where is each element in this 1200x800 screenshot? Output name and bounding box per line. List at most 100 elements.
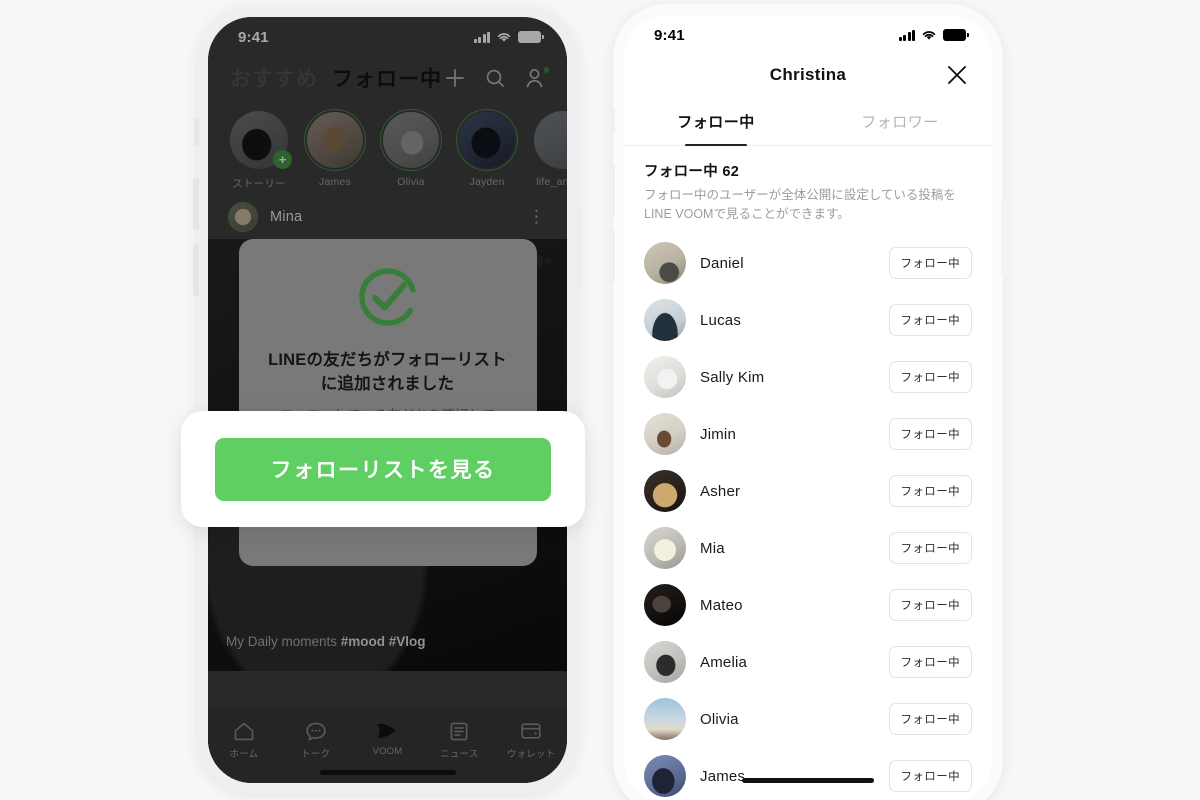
- list-item[interactable]: Mia フォロー中: [624, 520, 992, 577]
- voom-feed-screen: 9:41 おすすめ フォロー中 + ストーリー James Olivia Jay…: [208, 17, 567, 783]
- volume-up-button[interactable]: [193, 178, 199, 230]
- tab-talk[interactable]: トーク: [280, 719, 352, 760]
- page-nav-bar: Christina: [624, 51, 992, 99]
- tab-label: ウォレット: [506, 749, 556, 760]
- tab-followers[interactable]: フォロワー: [808, 99, 992, 145]
- status-time: 9:41: [238, 28, 269, 46]
- page-title: Christina: [769, 65, 847, 84]
- close-x-icon[interactable]: [944, 62, 970, 88]
- left-status-bar: 9:41: [208, 17, 567, 53]
- tab-home[interactable]: ホーム: [208, 719, 280, 760]
- avatar[interactable]: [644, 698, 686, 741]
- view-follow-list-button[interactable]: フォローリストを見る: [215, 437, 551, 501]
- user-name: Jimin: [700, 425, 737, 443]
- following-button[interactable]: フォロー中: [888, 703, 972, 736]
- list-item[interactable]: Lucas フォロー中: [624, 292, 992, 349]
- voom-header-actions: [443, 66, 549, 90]
- post-author-avatar[interactable]: [228, 202, 258, 232]
- user-name: Mia: [700, 539, 725, 557]
- bottom-tab-bar: ホーム トーク VOOM ニュース ウォレット: [208, 709, 567, 783]
- tab-wallet[interactable]: ウォレット: [495, 719, 567, 760]
- wallet-icon: [495, 719, 567, 743]
- power-button[interactable]: [576, 211, 582, 287]
- following-button[interactable]: フォロー中: [888, 304, 972, 337]
- story-label: Olivia: [397, 176, 425, 188]
- story-item[interactable]: life_anothe: [530, 109, 567, 191]
- story-label: Jayden: [469, 176, 505, 188]
- chat-icon: [280, 719, 352, 743]
- home-indicator: [319, 770, 456, 775]
- story-label: ストーリー: [232, 178, 286, 190]
- tab-following[interactable]: フォロー中: [624, 99, 808, 145]
- power-button[interactable]: [1001, 200, 1007, 276]
- voom-icon: [352, 719, 424, 743]
- following-button[interactable]: フォロー中: [888, 475, 972, 508]
- stories-row[interactable]: + ストーリー James Olivia Jayden life_an: [208, 101, 567, 195]
- inapp-dialog-title-line2: に追加されました: [320, 374, 455, 393]
- list-item[interactable]: Daniel フォロー中: [624, 235, 992, 292]
- tab-following[interactable]: フォロー中: [332, 63, 442, 93]
- list-item[interactable]: James フォロー中: [624, 748, 992, 800]
- avatar[interactable]: [644, 470, 686, 513]
- tab-label: ホーム: [229, 749, 259, 760]
- following-user-list[interactable]: Daniel フォロー中 Lucas フォロー中 Sally Kim フォロー中: [624, 235, 992, 800]
- story-avatar: [534, 111, 567, 169]
- following-button[interactable]: フォロー中: [888, 361, 972, 394]
- list-item[interactable]: Sally Kim フォロー中: [624, 349, 992, 406]
- description-line-2: LINE VOOMで見ることができます。: [644, 207, 850, 222]
- story-item[interactable]: Olivia: [378, 109, 444, 191]
- avatar[interactable]: [644, 641, 686, 684]
- story-item[interactable]: James: [302, 109, 368, 191]
- kebab-menu-icon[interactable]: ⋮: [528, 208, 545, 225]
- plus-icon[interactable]: [443, 66, 467, 90]
- avatar[interactable]: [644, 299, 686, 342]
- story-item[interactable]: + ストーリー: [226, 109, 292, 191]
- news-icon: [423, 719, 495, 743]
- avatar[interactable]: [644, 755, 686, 798]
- tab-label: トーク: [301, 749, 331, 760]
- tab-news[interactable]: ニュース: [423, 719, 495, 760]
- volume-down-button[interactable]: [193, 244, 199, 296]
- list-item[interactable]: Mateo フォロー中: [624, 577, 992, 634]
- story-avatar: [307, 112, 363, 168]
- avatar[interactable]: [644, 413, 686, 456]
- list-item[interactable]: Amelia フォロー中: [624, 634, 992, 691]
- avatar[interactable]: [644, 242, 686, 285]
- list-item[interactable]: Asher フォロー中: [624, 463, 992, 520]
- list-item[interactable]: Olivia フォロー中: [624, 691, 992, 748]
- following-button[interactable]: フォロー中: [888, 247, 972, 280]
- user-name: Asher: [700, 482, 741, 500]
- person-icon[interactable]: [523, 66, 549, 90]
- post-caption-hashtags[interactable]: #mood #Vlog: [341, 634, 426, 649]
- search-icon[interactable]: [483, 66, 507, 90]
- user-name: Olivia: [700, 710, 739, 728]
- left-phone-screen: 9:41 おすすめ フォロー中 + ストーリー James Olivia Jay…: [208, 17, 567, 783]
- silent-switch-button[interactable]: [194, 118, 199, 146]
- voom-header: おすすめ フォロー中: [208, 53, 567, 101]
- volume-up-button[interactable]: [609, 164, 615, 216]
- user-name: Amelia: [700, 653, 748, 671]
- left-phone-frame: 9:41 おすすめ フォロー中 + ストーリー James Olivia Jay…: [193, 6, 582, 794]
- add-story-badge[interactable]: +: [273, 150, 292, 169]
- status-time: 9:41: [654, 26, 685, 44]
- user-name: Lucas: [700, 311, 742, 329]
- story-item[interactable]: Jayden: [454, 109, 520, 191]
- following-button[interactable]: フォロー中: [888, 646, 972, 679]
- following-button[interactable]: フォロー中: [888, 760, 972, 793]
- following-count-label: フォロー中 62: [644, 164, 740, 180]
- tab-voom[interactable]: VOOM: [352, 719, 424, 757]
- avatar[interactable]: [644, 584, 686, 627]
- following-button[interactable]: フォロー中: [888, 589, 972, 622]
- list-item[interactable]: Jimin フォロー中: [624, 406, 992, 463]
- avatar[interactable]: [644, 356, 686, 399]
- silent-switch-button[interactable]: [610, 108, 615, 134]
- avatar[interactable]: [644, 527, 686, 570]
- user-name: James: [700, 767, 746, 785]
- tab-recommended[interactable]: おすすめ: [230, 63, 318, 93]
- story-label: James: [319, 176, 351, 188]
- following-button[interactable]: フォロー中: [888, 418, 972, 451]
- post-caption-text: My Daily moments: [226, 634, 341, 649]
- status-icons: [898, 29, 969, 41]
- following-button[interactable]: フォロー中: [888, 532, 972, 565]
- volume-down-button[interactable]: [609, 230, 615, 282]
